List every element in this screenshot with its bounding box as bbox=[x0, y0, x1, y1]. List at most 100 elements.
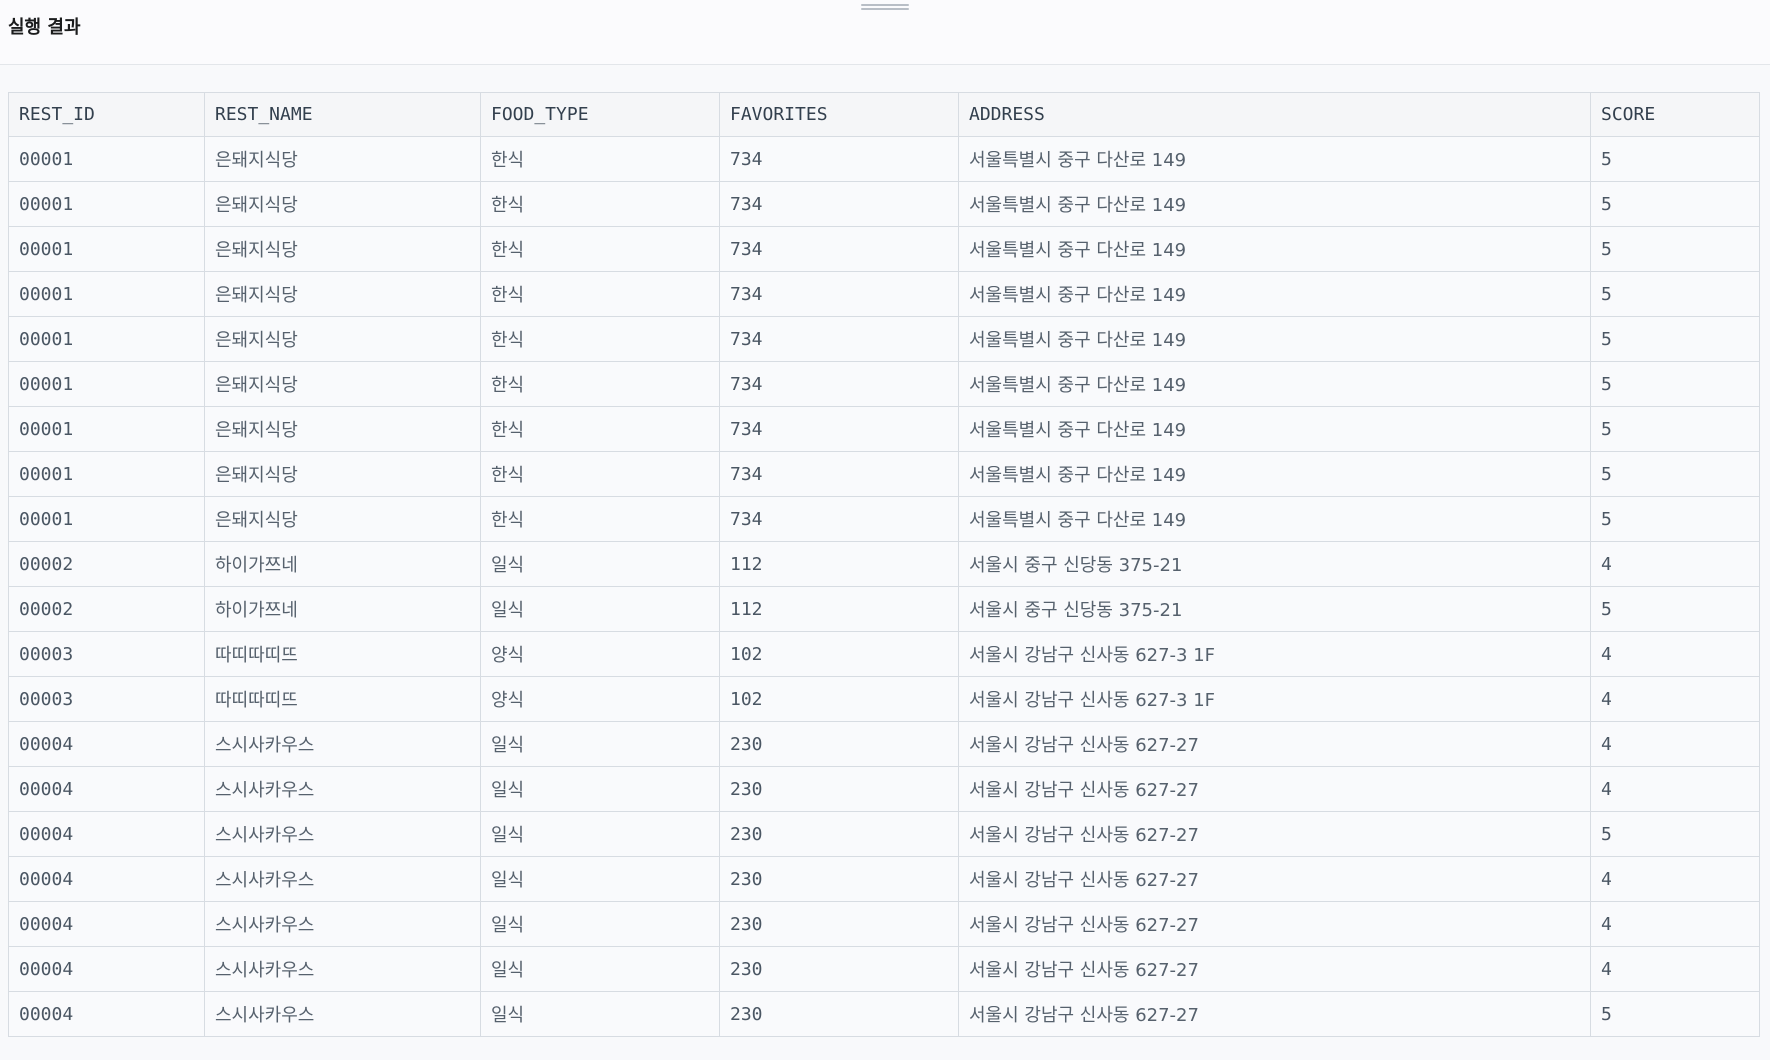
address-cell: 서울특별시 중구 다산로 149 bbox=[958, 136, 1591, 182]
favorites-cell: 734 bbox=[719, 496, 959, 542]
table-row: 00004 스시사카우스 일식 230 서울시 강남구 신사동 627-27 4 bbox=[8, 946, 1760, 992]
table-row: 00004 스시사카우스 일식 230 서울시 강남구 신사동 627-27 4 bbox=[8, 901, 1760, 947]
rest-name-cell: 스시사카우스 bbox=[204, 901, 481, 947]
header-row: REST_ID REST_NAME FOOD_TYPE FAVORITES AD… bbox=[8, 92, 1760, 137]
favorites-cell: 734 bbox=[719, 181, 959, 227]
food-type-cell: 일식 bbox=[480, 811, 720, 857]
address-cell: 서울특별시 중구 다산로 149 bbox=[958, 496, 1591, 542]
rest-name-cell: 은돼지식당 bbox=[204, 361, 481, 407]
food-type-cell: 한식 bbox=[480, 136, 720, 182]
address-cell: 서울시 중구 신당동 375-21 bbox=[958, 586, 1591, 632]
table-row: 00001 은돼지식당 한식 734 서울특별시 중구 다산로 149 5 bbox=[8, 181, 1760, 227]
address-cell: 서울시 중구 신당동 375-21 bbox=[958, 541, 1591, 587]
rest-name-cell: 스시사카우스 bbox=[204, 721, 481, 767]
rest-name-cell: 따띠따띠뜨 bbox=[204, 676, 481, 722]
address-cell: 서울시 강남구 신사동 627-27 bbox=[958, 856, 1591, 902]
food-type-cell: 한식 bbox=[480, 226, 720, 272]
rest-id-cell: 00004 bbox=[8, 901, 205, 947]
favorites-cell: 734 bbox=[719, 316, 959, 362]
address-cell: 서울시 강남구 신사동 627-27 bbox=[958, 901, 1591, 947]
rest-id-cell: 00001 bbox=[8, 181, 205, 227]
favorites-cell: 734 bbox=[719, 451, 959, 497]
score-cell: 5 bbox=[1590, 226, 1760, 272]
table-row: 00004 스시사카우스 일식 230 서울시 강남구 신사동 627-27 4 bbox=[8, 721, 1760, 767]
table-row: 00001 은돼지식당 한식 734 서울특별시 중구 다산로 149 5 bbox=[8, 496, 1760, 542]
column-header-favorites: FAVORITES bbox=[719, 92, 959, 137]
table-row: 00001 은돼지식당 한식 734 서울특별시 중구 다산로 149 5 bbox=[8, 451, 1760, 497]
column-header-address: ADDRESS bbox=[958, 92, 1591, 137]
rest-id-cell: 00004 bbox=[8, 856, 205, 902]
table-row: 00004 스시사카우스 일식 230 서울시 강남구 신사동 627-27 4 bbox=[8, 766, 1760, 812]
rest-id-cell: 00004 bbox=[8, 766, 205, 812]
food-type-cell: 일식 bbox=[480, 541, 720, 587]
score-cell: 4 bbox=[1590, 541, 1760, 587]
address-cell: 서울특별시 중구 다산로 149 bbox=[958, 316, 1591, 362]
address-cell: 서울시 강남구 신사동 627-27 bbox=[958, 991, 1591, 1037]
food-type-cell: 양식 bbox=[480, 631, 720, 677]
food-type-cell: 한식 bbox=[480, 361, 720, 407]
rest-name-cell: 스시사카우스 bbox=[204, 811, 481, 857]
favorites-cell: 734 bbox=[719, 226, 959, 272]
table-row: 00004 스시사카우스 일식 230 서울시 강남구 신사동 627-27 4 bbox=[8, 856, 1760, 902]
table-row: 00003 따띠따띠뜨 양식 102 서울시 강남구 신사동 627-3 1F 4 bbox=[8, 631, 1760, 677]
column-header-rest-id: REST_ID bbox=[8, 92, 205, 137]
favorites-cell: 102 bbox=[719, 631, 959, 677]
column-header-score: SCORE bbox=[1590, 92, 1760, 137]
address-cell: 서울시 강남구 신사동 627-27 bbox=[958, 766, 1591, 812]
table-row: 00001 은돼지식당 한식 734 서울특별시 중구 다산로 149 5 bbox=[8, 406, 1760, 452]
rest-id-cell: 00003 bbox=[8, 631, 205, 677]
score-cell: 4 bbox=[1590, 946, 1760, 992]
table-row: 00004 스시사카우스 일식 230 서울시 강남구 신사동 627-27 5 bbox=[8, 991, 1760, 1037]
favorites-cell: 734 bbox=[719, 406, 959, 452]
favorites-cell: 734 bbox=[719, 136, 959, 182]
table-row: 00001 은돼지식당 한식 734 서울특별시 중구 다산로 149 5 bbox=[8, 226, 1760, 272]
rest-id-cell: 00003 bbox=[8, 676, 205, 722]
rest-name-cell: 은돼지식당 bbox=[204, 451, 481, 497]
rest-id-cell: 00001 bbox=[8, 226, 205, 272]
score-cell: 5 bbox=[1590, 451, 1760, 497]
table-header: REST_ID REST_NAME FOOD_TYPE FAVORITES AD… bbox=[8, 92, 1760, 137]
favorites-cell: 112 bbox=[719, 541, 959, 587]
food-type-cell: 한식 bbox=[480, 451, 720, 497]
address-cell: 서울특별시 중구 다산로 149 bbox=[958, 226, 1591, 272]
resize-handle-icon[interactable] bbox=[861, 3, 909, 13]
favorites-cell: 230 bbox=[719, 901, 959, 947]
rest-id-cell: 00004 bbox=[8, 721, 205, 767]
favorites-cell: 230 bbox=[719, 856, 959, 902]
favorites-cell: 230 bbox=[719, 766, 959, 812]
food-type-cell: 일식 bbox=[480, 901, 720, 947]
rest-id-cell: 00004 bbox=[8, 946, 205, 992]
favorites-cell: 230 bbox=[719, 991, 959, 1037]
rest-name-cell: 은돼지식당 bbox=[204, 136, 481, 182]
food-type-cell: 일식 bbox=[480, 856, 720, 902]
table-row: 00001 은돼지식당 한식 734 서울특별시 중구 다산로 149 5 bbox=[8, 316, 1760, 362]
address-cell: 서울시 강남구 신사동 627-3 1F bbox=[958, 676, 1591, 722]
rest-id-cell: 00001 bbox=[8, 451, 205, 497]
rest-name-cell: 은돼지식당 bbox=[204, 271, 481, 317]
score-cell: 4 bbox=[1590, 766, 1760, 812]
score-cell: 4 bbox=[1590, 901, 1760, 947]
rest-name-cell: 은돼지식당 bbox=[204, 406, 481, 452]
rest-name-cell: 하이가쯔네 bbox=[204, 586, 481, 632]
food-type-cell: 한식 bbox=[480, 496, 720, 542]
food-type-cell: 일식 bbox=[480, 586, 720, 632]
rest-id-cell: 00001 bbox=[8, 136, 205, 182]
rest-name-cell: 은돼지식당 bbox=[204, 181, 481, 227]
rest-id-cell: 00002 bbox=[8, 586, 205, 632]
score-cell: 5 bbox=[1590, 991, 1760, 1037]
rest-name-cell: 따띠따띠뜨 bbox=[204, 631, 481, 677]
result-panel-header: 실행 결과 bbox=[0, 0, 1770, 65]
rest-id-cell: 00001 bbox=[8, 316, 205, 362]
rest-id-cell: 00002 bbox=[8, 541, 205, 587]
table-row: 00002 하이가쯔네 일식 112 서울시 중구 신당동 375-21 4 bbox=[8, 541, 1760, 587]
favorites-cell: 112 bbox=[719, 586, 959, 632]
food-type-cell: 한식 bbox=[480, 181, 720, 227]
rest-name-cell: 은돼지식당 bbox=[204, 496, 481, 542]
table-row: 00002 하이가쯔네 일식 112 서울시 중구 신당동 375-21 5 bbox=[8, 586, 1760, 632]
address-cell: 서울특별시 중구 다산로 149 bbox=[958, 451, 1591, 497]
score-cell: 4 bbox=[1590, 631, 1760, 677]
score-cell: 4 bbox=[1590, 721, 1760, 767]
food-type-cell: 한식 bbox=[480, 406, 720, 452]
table-body: 00001 은돼지식당 한식 734 서울특별시 중구 다산로 149 5 00001 은돼지… bbox=[8, 136, 1760, 1037]
food-type-cell: 일식 bbox=[480, 766, 720, 812]
